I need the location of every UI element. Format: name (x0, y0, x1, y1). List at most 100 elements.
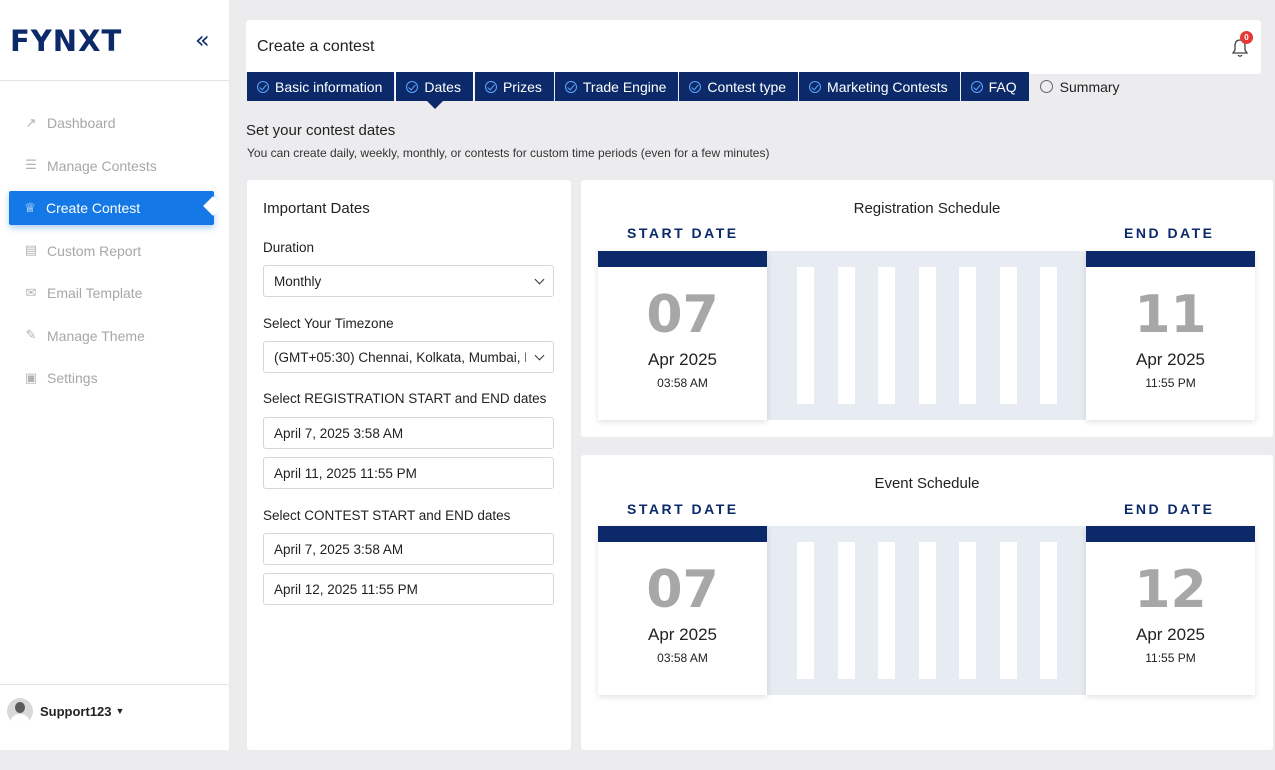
trophy-icon: ♕ (24, 200, 36, 216)
envelope-icon: ✉ (25, 285, 37, 301)
tab-label: Summary (1059, 78, 1120, 95)
tab-prizes[interactable]: Prizes (474, 72, 554, 101)
event-schedule-card: Event Schedule START DATE END DATE 07 Ap… (581, 455, 1273, 750)
chevron-down-icon (534, 350, 545, 361)
event-end-calendar: 12 Apr 2025 11:55 PM (1086, 526, 1255, 695)
tab-summary[interactable]: Summary (1030, 72, 1132, 101)
top-header: Create a contest 0 (246, 20, 1261, 74)
contest-end-input[interactable]: April 12, 2025 11:55 PM (263, 573, 554, 605)
calendar-day: 07 (646, 560, 719, 620)
event-schedule-title: Event Schedule (874, 475, 980, 492)
sidebar-item-label: Custom Report (47, 242, 142, 259)
timezone-value: (GMT+05:30) Chennai, Kolkata, Mumbai, Ne… (274, 349, 526, 365)
sidebar-item-settings[interactable]: ▣ Settings (0, 361, 229, 395)
calendar-month: Apr 2025 (1136, 625, 1205, 644)
section-title: Set your contest dates (246, 122, 396, 139)
event-start-calendar: 07 Apr 2025 03:58 AM (598, 526, 767, 695)
calendar-day: 11 (1134, 285, 1207, 345)
wizard-tabs: Basic information Dates Prizes Trade Eng… (247, 72, 1133, 109)
registration-start-calendar: 07 Apr 2025 03:58 AM (598, 251, 767, 420)
timezone-select[interactable]: (GMT+05:30) Chennai, Kolkata, Mumbai, Ne… (263, 341, 554, 373)
registration-dates-label: Select REGISTRATION START and END dates (263, 391, 547, 406)
tab-label: Trade Engine (582, 78, 667, 95)
brush-icon: ✎ (25, 328, 37, 343)
timezone-label: Select Your Timezone (263, 316, 394, 331)
tab-trade-engine[interactable]: Trade Engine (554, 72, 679, 101)
tab-label: FAQ (988, 78, 1017, 95)
tab-label: Prizes (502, 78, 542, 95)
page-header-title: Create a contest (257, 38, 375, 55)
calendar-day: 12 (1134, 560, 1207, 620)
sidebar-item-label: Manage Theme (47, 327, 145, 344)
tab-marketing-contests[interactable]: Marketing Contests (799, 72, 960, 101)
check-circle-icon (484, 80, 497, 93)
calendar-month: Apr 2025 (648, 350, 717, 369)
sidebar-item-manage-contests[interactable]: ☰ Manage Contests (0, 149, 229, 183)
card-heading: Important Dates (263, 200, 370, 217)
notification-badge: 0 (1240, 31, 1253, 44)
calendar-time: 03:58 AM (657, 376, 708, 390)
chart-line-icon: ↗ (25, 115, 37, 131)
tab-contest-type[interactable]: Contest type (679, 72, 799, 101)
check-circle-icon (257, 80, 269, 93)
sidebar-item-label: Email Template (47, 285, 143, 301)
registration-start-input[interactable]: April 7, 2025 3:58 AM (263, 417, 554, 449)
sidebar-item-manage-theme[interactable]: ✎ Manage Theme (0, 319, 229, 353)
sidebar-item-label: Create Contest (46, 200, 141, 216)
tab-label: Contest type (707, 78, 787, 95)
registration-end-input[interactable]: April 11, 2025 11:55 PM (263, 457, 554, 489)
caret-down-icon: ▼ (115, 706, 125, 716)
start-date-label: START DATE (627, 501, 739, 517)
duration-select[interactable]: Monthly (263, 265, 554, 297)
duration-label: Duration (263, 240, 315, 255)
sidebar-item-dashboard[interactable]: ↗ Dashboard (0, 106, 229, 140)
check-circle-icon (689, 80, 702, 93)
registration-end-calendar: 11 Apr 2025 11:55 PM (1086, 251, 1255, 420)
avatar (7, 698, 33, 724)
tab-dates[interactable]: Dates (395, 72, 474, 109)
sidebar-nav: ↗ Dashboard ☰ Manage Contests ♕ Create C… (0, 106, 229, 404)
tab-basic-information[interactable]: Basic information (247, 72, 395, 101)
collapse-sidebar-icon[interactable]: « (195, 26, 210, 54)
sidebar-item-label: Manage Contests (47, 157, 157, 174)
divider (0, 80, 229, 81)
section-subtitle: You can create daily, weekly, monthly, o… (247, 146, 770, 160)
sidebar-item-custom-report[interactable]: ▤ Custom Report (0, 234, 229, 268)
sidebar-item-create-contest[interactable]: ♕ Create Contest (9, 191, 214, 225)
tab-faq[interactable]: FAQ (960, 72, 1029, 101)
radio-circle-icon (1039, 80, 1053, 93)
user-name: Support123 (40, 703, 112, 719)
start-date-label: START DATE (627, 225, 739, 241)
calendar-month: Apr 2025 (648, 625, 717, 644)
check-circle-icon (564, 80, 577, 93)
check-circle-icon (970, 80, 983, 93)
sidebar: FYNXT « ↗ Dashboard ☰ Manage Contests ♕ … (0, 0, 229, 750)
sidebar-item-label: Dashboard (47, 115, 116, 131)
tab-label: Marketing Contests (827, 78, 948, 95)
end-date-label: END DATE (1124, 501, 1215, 517)
lock-icon: ▣ (24, 370, 38, 386)
duration-value: Monthly (274, 273, 322, 289)
calendar-time: 03:58 AM (657, 651, 708, 665)
tab-label: Dates (424, 78, 461, 95)
timeline-bars (767, 526, 1087, 695)
fynxt-logo[interactable]: FYNXT (10, 24, 122, 58)
sidebar-item-email-template[interactable]: ✉ Email Template (0, 276, 229, 310)
divider (0, 684, 229, 685)
important-dates-card: Important Dates Duration Monthly Select … (247, 180, 571, 750)
check-circle-icon (406, 80, 419, 93)
chevron-down-icon (534, 274, 545, 285)
calendar-time: 11:55 PM (1145, 376, 1196, 390)
contest-start-input[interactable]: April 7, 2025 3:58 AM (263, 533, 554, 565)
registration-schedule-title: Registration Schedule (853, 200, 1001, 217)
calendar-day: 07 (646, 285, 719, 345)
registration-schedule-card: Registration Schedule START DATE END DAT… (581, 180, 1273, 437)
user-menu[interactable]: Support123 ▼ (7, 698, 124, 724)
contest-dates-label: Select CONTEST START and END dates (263, 508, 511, 523)
file-icon: ▤ (24, 243, 38, 258)
list-icon: ☰ (25, 158, 37, 173)
calendar-month: Apr 2025 (1136, 350, 1205, 369)
end-date-label: END DATE (1124, 225, 1215, 241)
sidebar-item-label: Settings (47, 370, 98, 386)
timeline-bars (767, 251, 1087, 420)
